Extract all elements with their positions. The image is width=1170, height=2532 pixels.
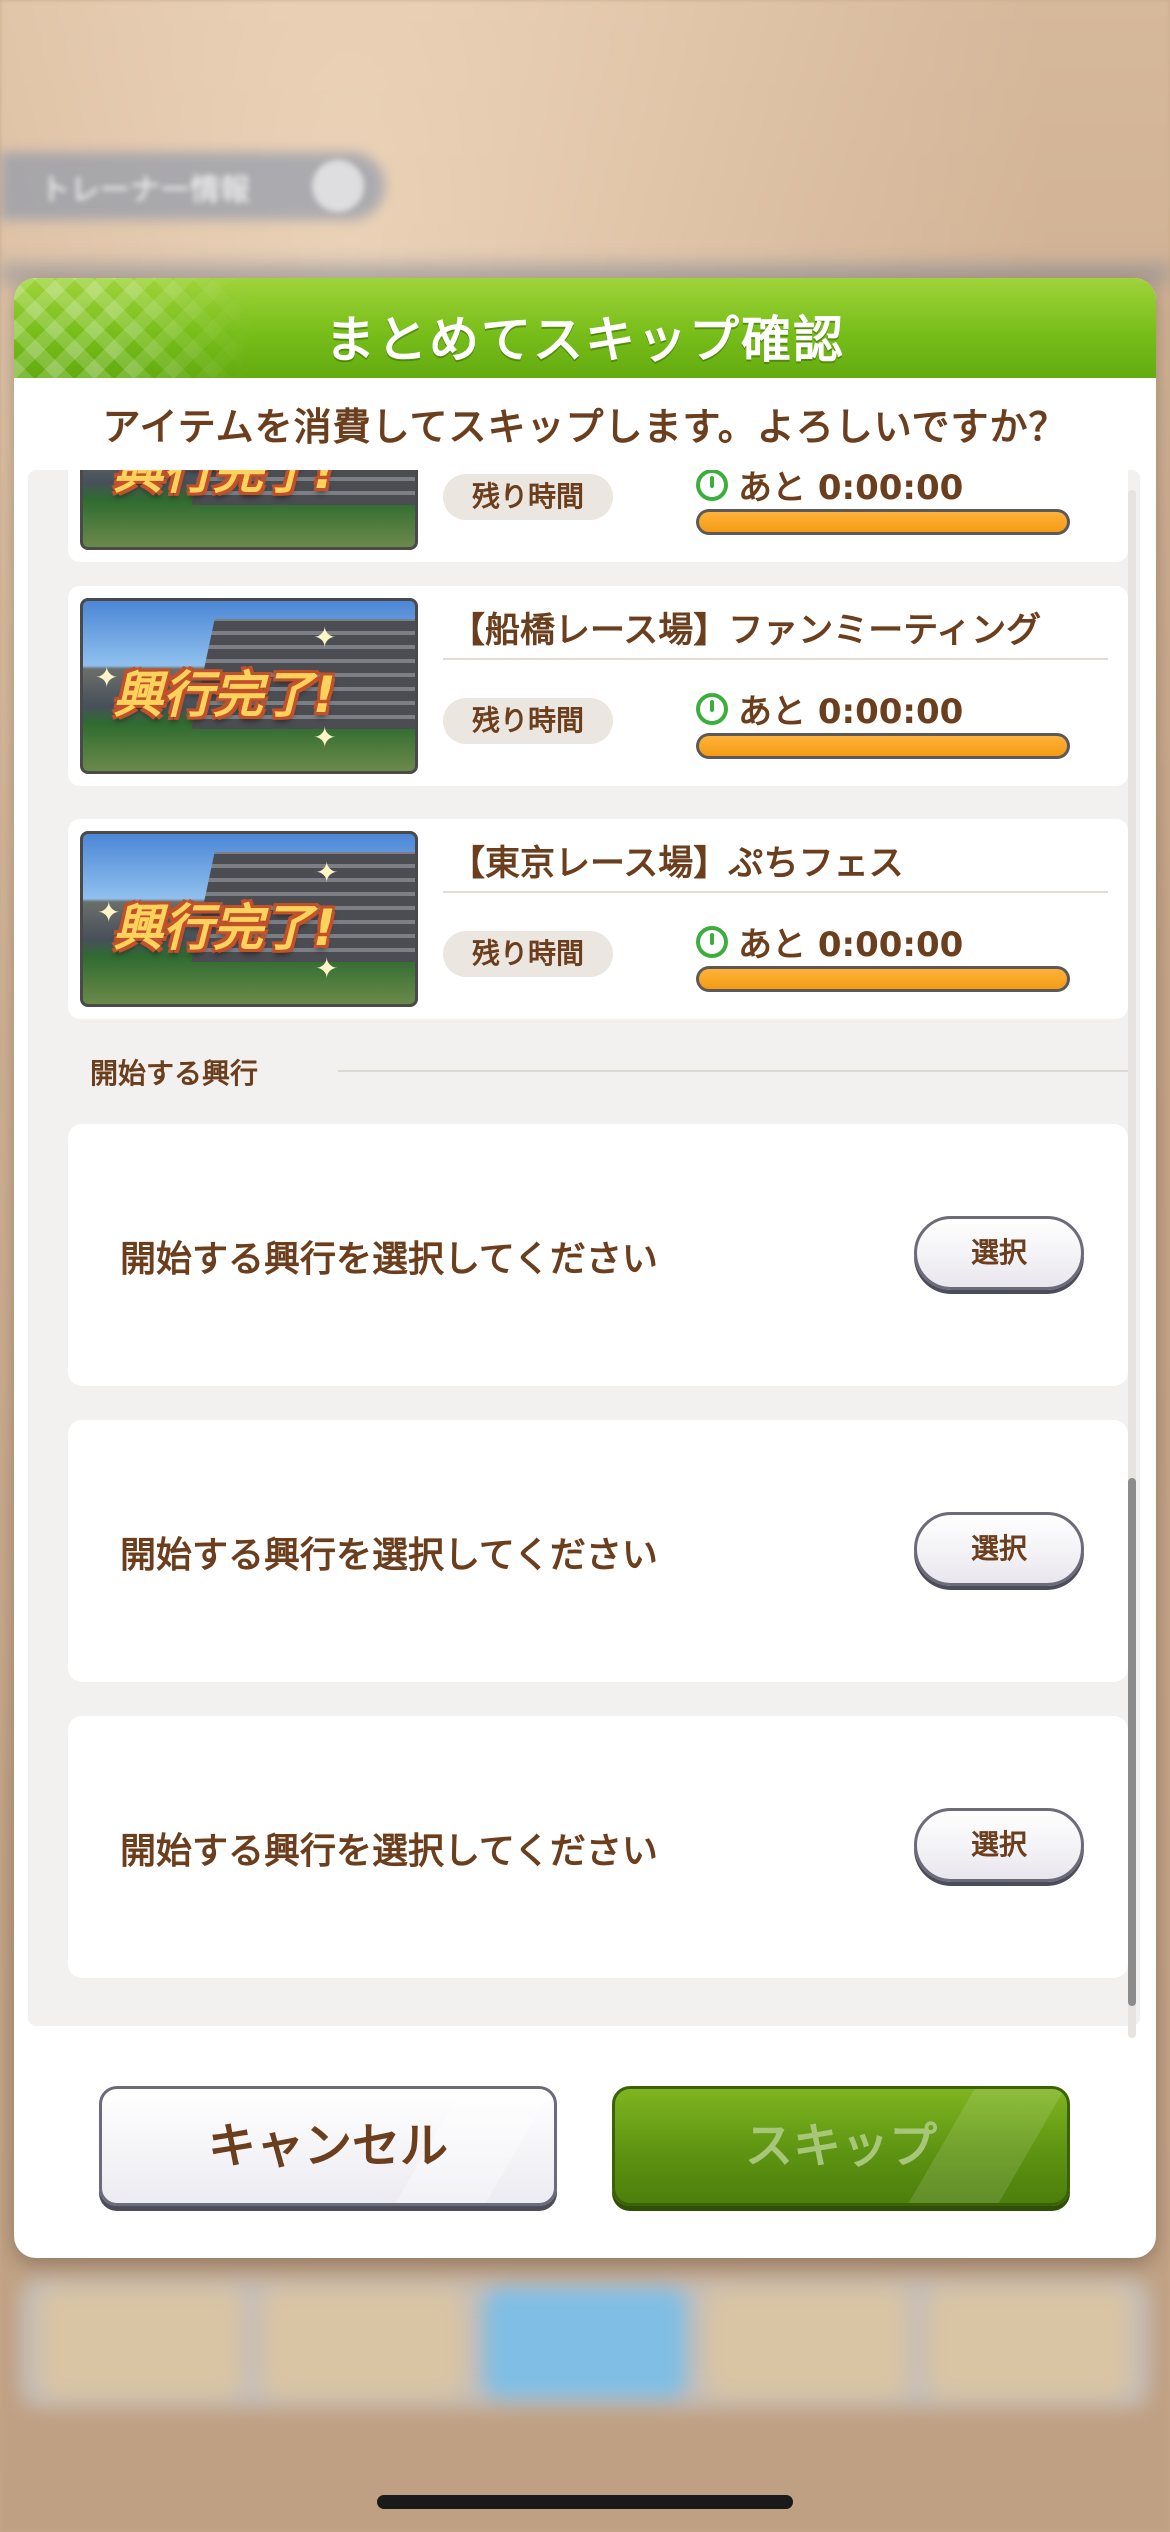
- slot-prompt: 開始する興行を選択してください: [120, 1239, 658, 1280]
- info-icon: [312, 160, 364, 212]
- background-header-label: トレーナー情報: [40, 173, 250, 208]
- progress-fill: [699, 512, 1067, 532]
- remaining-time-badge: 残り時間: [443, 698, 613, 744]
- clock-icon: [696, 470, 728, 501]
- select-button[interactable]: 選択: [914, 1216, 1084, 1290]
- thumb-label: 興行完了!: [113, 666, 336, 724]
- bg-nav-tile: [262, 2288, 464, 2398]
- thumb-label: 興行完了!: [113, 470, 336, 500]
- modal-title: まとめてスキップ確認: [325, 311, 845, 369]
- event-name: 【東京レース場】ぷちフェス: [450, 844, 904, 884]
- bg-nav-tile: [484, 2288, 686, 2398]
- event-card: 興行完了! ✦ ✦ ✦ 【東京レース場】ぷちフェス 残り時間 あと 0:00:0…: [68, 819, 1128, 1019]
- event-card: 興行完了! 残り時間 あと 0:00:00: [68, 470, 1128, 562]
- modal-title-bar: まとめてスキップ確認: [14, 278, 1156, 378]
- event-card: 興行完了! ✦ ✦ ✦ 【船橋レース場】ファンミーティング 残り時間 あと 0:…: [68, 586, 1128, 786]
- progress-bar: [696, 966, 1070, 992]
- remaining-time-badge: 残り時間: [443, 474, 613, 520]
- slot-prompt: 開始する興行を選択してください: [120, 1831, 658, 1872]
- section-divider: [338, 1070, 1128, 1072]
- background-bottom-nav: [20, 2278, 1150, 2408]
- clock-icon: [696, 692, 728, 725]
- slot-prompt: 開始する興行を選択してください: [120, 1535, 658, 1576]
- time-remaining-text: あと 0:00:00: [738, 470, 964, 508]
- sparkle-icon: ✦: [315, 856, 339, 889]
- sparkle-icon: ✦: [95, 661, 119, 694]
- select-button[interactable]: 選択: [914, 1808, 1084, 1882]
- event-name: 【船橋レース場】ファンミーティング: [450, 611, 1042, 651]
- progress-bar: [696, 733, 1070, 759]
- section-header: 開始する興行: [90, 1057, 259, 1090]
- thumb-label: 興行完了!: [113, 899, 336, 957]
- start-event-slot: 開始する興行を選択してください 選択: [68, 1420, 1128, 1682]
- sparkle-icon: ✦: [315, 952, 339, 985]
- select-button[interactable]: 選択: [914, 1512, 1084, 1586]
- start-event-slot: 開始する興行を選択してください 選択: [68, 1124, 1128, 1386]
- remaining-time-badge: 残り時間: [443, 931, 613, 977]
- event-thumbnail: 興行完了! ✦ ✦ ✦: [80, 598, 418, 774]
- scrollbar-thumb[interactable]: [1128, 1478, 1136, 2006]
- bg-nav-tile: [706, 2288, 908, 2398]
- clock-icon: [696, 925, 728, 958]
- time-row: あと 0:00:00: [696, 470, 963, 509]
- bg-nav-tile: [40, 2288, 242, 2398]
- skip-button[interactable]: スキップ: [612, 2086, 1070, 2206]
- bg-nav-tile: [928, 2288, 1130, 2398]
- sparkle-icon: ✦: [313, 721, 337, 754]
- divider: [443, 891, 1108, 893]
- time-remaining-text: あと 0:00:00: [738, 925, 964, 965]
- modal-subtitle: アイテムを消費してスキップします。よろしいですか？: [102, 405, 1068, 449]
- sparkle-icon: ✦: [97, 896, 121, 929]
- time-remaining-text: あと 0:00:00: [738, 692, 964, 732]
- start-event-slot: 開始する興行を選択してください 選択: [68, 1716, 1128, 1978]
- sparkle-icon: ✦: [313, 621, 337, 654]
- progress-fill: [699, 736, 1067, 756]
- cancel-button[interactable]: キャンセル: [99, 2086, 557, 2206]
- divider: [443, 658, 1108, 660]
- time-row: あと 0:00:00: [696, 684, 963, 733]
- progress-fill: [699, 969, 1067, 989]
- progress-bar: [696, 509, 1070, 535]
- time-row: あと 0:00:00: [696, 917, 963, 966]
- event-thumbnail: 興行完了!: [80, 470, 418, 550]
- skip-button-label: スキップ: [744, 2118, 937, 2174]
- event-thumbnail: 興行完了! ✦ ✦ ✦: [80, 831, 418, 1007]
- cancel-button-label: キャンセル: [207, 2118, 448, 2174]
- home-indicator[interactable]: [377, 2495, 793, 2509]
- scroll-area[interactable]: 興行完了! 残り時間 あと 0:00:00 興行完了! ✦ ✦ ✦ 【船橋レース…: [28, 470, 1140, 2026]
- skip-confirm-modal: まとめてスキップ確認 アイテムを消費してスキップします。よろしいですか？ 興行完…: [14, 278, 1156, 2258]
